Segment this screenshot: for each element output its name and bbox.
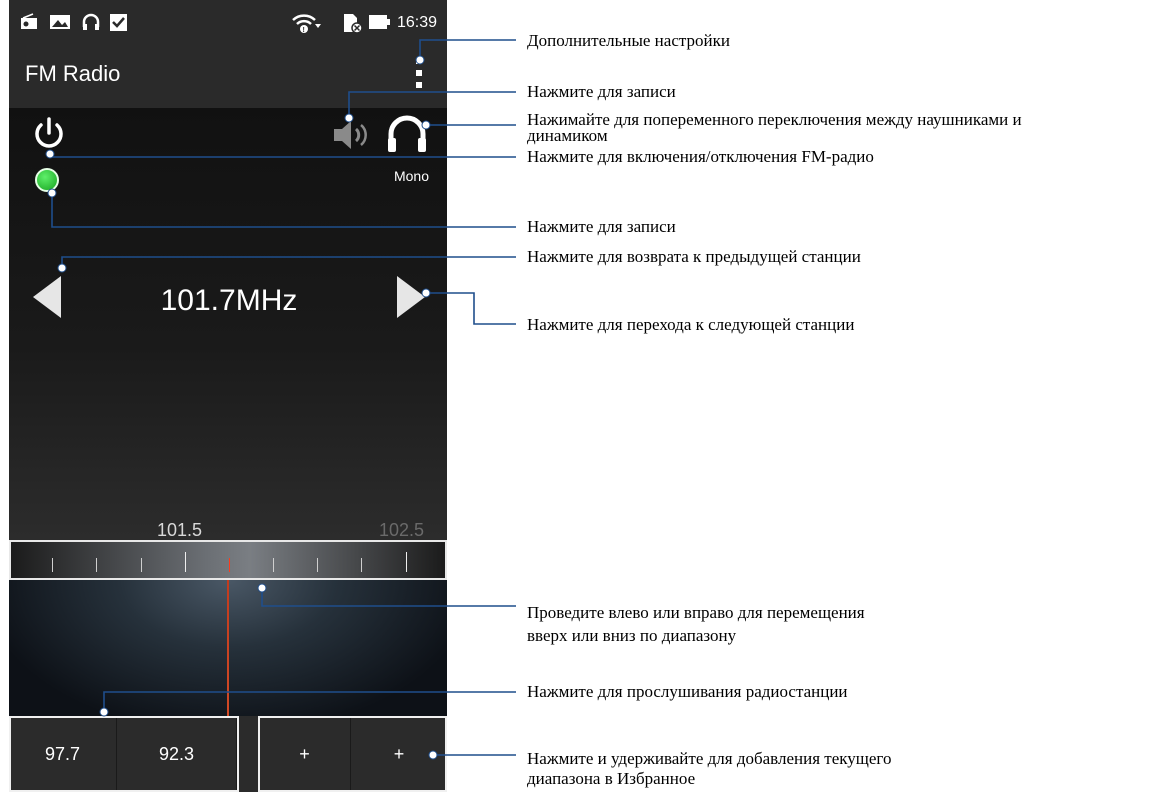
- callout-swipe-2: вверх или вниз по диапазону: [527, 626, 737, 645]
- callout-toggle-headset-2: динамиком: [527, 126, 608, 145]
- callout-next: Нажмите для перехода к следующей станции: [527, 315, 855, 334]
- callout-record-top: Нажмите для записи: [527, 82, 676, 101]
- callout-power: Нажмите для включения/отключения FM-ради…: [527, 147, 874, 166]
- callout-add-fav-1: Нажмите и удерживайте для добавления тек…: [527, 749, 892, 768]
- callout-add-fav-2: диапазона в Избранное: [527, 769, 696, 788]
- callout-prev: Нажмите для возврата к предыдущей станци…: [527, 247, 861, 266]
- callout-listen: Нажмите для прослушивания радиостанции: [527, 682, 848, 701]
- callout-more-settings: Дополнительные настройки: [527, 31, 730, 50]
- callout-record: Нажмите для записи: [527, 217, 676, 236]
- callout-swipe-1: Проведите влево или вправо для перемещен…: [527, 603, 865, 622]
